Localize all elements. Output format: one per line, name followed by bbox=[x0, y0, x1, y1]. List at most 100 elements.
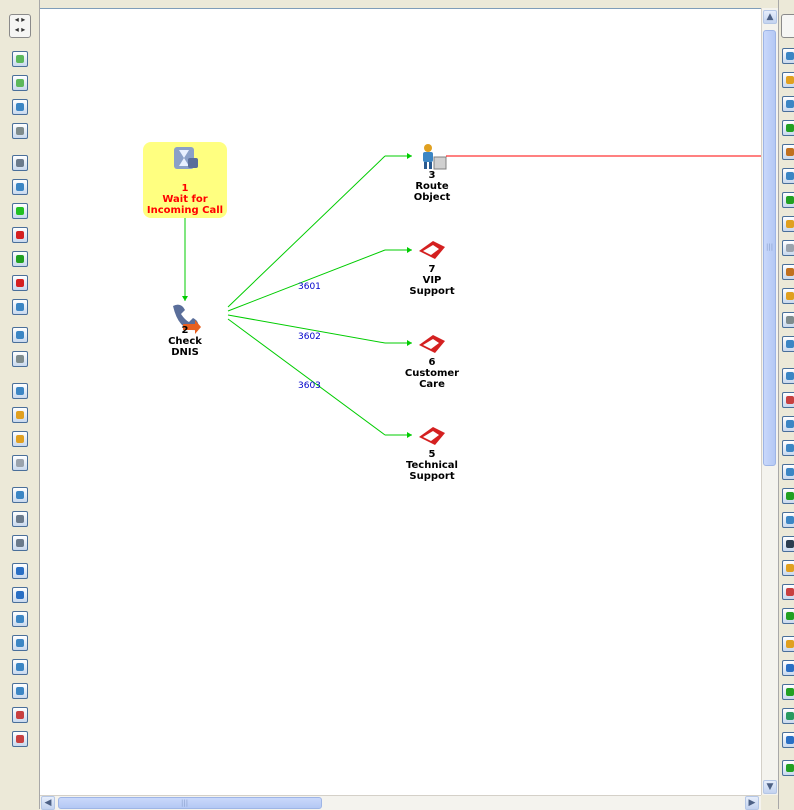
database-edit-icon[interactable] bbox=[12, 659, 28, 675]
gray-gear-glyph bbox=[16, 355, 24, 363]
collapse-arrows-icon[interactable] bbox=[781, 14, 794, 38]
graduate-dark-icon[interactable] bbox=[782, 536, 794, 552]
scroll-right-button[interactable]: ▶ bbox=[745, 796, 759, 810]
green-dot-icon[interactable] bbox=[12, 203, 28, 219]
green-route-icon[interactable] bbox=[12, 251, 28, 267]
stamp-icon[interactable] bbox=[782, 264, 794, 280]
gray-gear-icon[interactable] bbox=[12, 351, 28, 367]
node-2-label: 2 Check DNIS bbox=[155, 325, 215, 358]
person-transfer-icon[interactable] bbox=[12, 179, 28, 195]
scroll-down-button[interactable]: ▼ bbox=[763, 780, 777, 794]
document-icon[interactable] bbox=[12, 299, 28, 315]
globe-blue-glyph bbox=[786, 736, 794, 744]
speaker-icon[interactable] bbox=[782, 636, 794, 652]
scroll-corner bbox=[761, 795, 778, 809]
scroll-up-button[interactable]: ▲ bbox=[763, 10, 777, 24]
mail-check-icon[interactable] bbox=[12, 431, 28, 447]
agent-red-icon[interactable] bbox=[782, 392, 794, 408]
new-page-glyph bbox=[16, 55, 24, 63]
route-red-icon[interactable] bbox=[417, 237, 447, 263]
filter-icon[interactable] bbox=[12, 487, 28, 503]
vertical-scroll-thumb[interactable]: ||| bbox=[763, 30, 776, 466]
node-1-id: 1 bbox=[181, 183, 189, 194]
globe-green-icon[interactable] bbox=[782, 708, 794, 724]
play-step-icon[interactable] bbox=[782, 760, 794, 776]
phone-icon[interactable] bbox=[12, 155, 28, 171]
copy-page-icon[interactable] bbox=[12, 75, 28, 91]
link-label-care: 3602 bbox=[298, 332, 321, 342]
people-glyph bbox=[786, 372, 794, 380]
agent-group-icon[interactable] bbox=[782, 440, 794, 456]
globe-green-glyph bbox=[786, 712, 794, 720]
funnel-down-icon[interactable] bbox=[12, 511, 28, 527]
gray-block-icon[interactable] bbox=[12, 455, 28, 471]
gear-icon[interactable] bbox=[782, 336, 794, 352]
music-icon[interactable] bbox=[782, 416, 794, 432]
agent-glyph bbox=[786, 76, 794, 84]
link-icon[interactable] bbox=[782, 96, 794, 112]
flow-canvas[interactable]: 1 Wait for Incoming Call 2 Check DNIS 3 … bbox=[40, 8, 761, 797]
tools-icon[interactable] bbox=[782, 48, 794, 64]
link-glyph bbox=[786, 100, 794, 108]
envelope-icon[interactable] bbox=[12, 407, 28, 423]
delete-page-icon[interactable] bbox=[12, 99, 28, 115]
database-arrow-icon[interactable] bbox=[12, 635, 28, 651]
person-yellow-glyph bbox=[786, 564, 794, 572]
play-icon[interactable] bbox=[782, 192, 794, 208]
filter-glyph bbox=[16, 491, 24, 499]
person-red-icon[interactable] bbox=[782, 584, 794, 600]
node-1-label: 1 Wait for Incoming Call bbox=[145, 183, 225, 216]
green-person-icon[interactable] bbox=[782, 488, 794, 504]
horizontal-scroll-thumb[interactable]: ||| bbox=[58, 797, 322, 809]
tree-glyph bbox=[786, 612, 794, 620]
transfer-icon[interactable] bbox=[782, 120, 794, 136]
collapse-arrows-icon[interactable]: ◂ ▸ ◂ ▸ bbox=[9, 14, 31, 38]
table-glyph bbox=[16, 591, 24, 599]
blue-globe-icon[interactable] bbox=[12, 563, 28, 579]
route-red-icon[interactable] bbox=[417, 423, 447, 449]
person-yellow-icon[interactable] bbox=[782, 560, 794, 576]
settings-icon[interactable] bbox=[12, 123, 28, 139]
new-page-icon[interactable] bbox=[12, 51, 28, 67]
globe-icon[interactable] bbox=[12, 327, 28, 343]
stats-icon[interactable] bbox=[782, 144, 794, 160]
agent-route-icon[interactable] bbox=[418, 143, 450, 171]
globe-nav-icon[interactable] bbox=[782, 660, 794, 676]
eraser-icon[interactable] bbox=[782, 312, 794, 328]
database-list-glyph bbox=[16, 687, 24, 695]
chart-icon[interactable] bbox=[782, 684, 794, 700]
play-glyph bbox=[786, 196, 794, 204]
agent-icon[interactable] bbox=[782, 72, 794, 88]
red-ball-icon[interactable] bbox=[12, 275, 28, 291]
envelope-glyph bbox=[16, 411, 24, 419]
flow-links bbox=[182, 153, 761, 438]
people-icon[interactable] bbox=[782, 368, 794, 384]
scroll-left-button[interactable]: ◀ bbox=[41, 796, 55, 810]
page-icon[interactable] bbox=[782, 240, 794, 256]
wait-icon[interactable] bbox=[12, 383, 28, 399]
database-list-icon[interactable] bbox=[12, 683, 28, 699]
link-edit-icon[interactable] bbox=[782, 168, 794, 184]
graduate-icon[interactable] bbox=[782, 512, 794, 528]
user-yellow-icon[interactable] bbox=[782, 288, 794, 304]
route-red-icon[interactable] bbox=[12, 227, 28, 243]
route-red-icon[interactable] bbox=[417, 331, 447, 357]
database-delete-icon[interactable] bbox=[12, 731, 28, 747]
table-icon[interactable] bbox=[12, 587, 28, 603]
database-arrow-glyph bbox=[16, 639, 24, 647]
phone-glyph bbox=[16, 159, 24, 167]
target-icon[interactable] bbox=[782, 216, 794, 232]
database-icon[interactable] bbox=[12, 611, 28, 627]
node-3-name-2: Object bbox=[413, 192, 451, 203]
agents-icon[interactable] bbox=[782, 464, 794, 480]
globe-blue-icon[interactable] bbox=[782, 732, 794, 748]
funnel-icon[interactable] bbox=[12, 535, 28, 551]
tree-icon[interactable] bbox=[782, 608, 794, 624]
link-label-tech: 3603 bbox=[298, 381, 321, 391]
arrow-head bbox=[407, 247, 412, 253]
database-red-icon[interactable] bbox=[12, 707, 28, 723]
vertical-scrollbar[interactable]: ▲ ||| ▼ bbox=[761, 8, 778, 796]
green-person-glyph bbox=[786, 492, 794, 500]
horizontal-scrollbar[interactable]: ◀ ||| ▶ bbox=[40, 795, 761, 810]
node-7-label: 7 VIP Support bbox=[402, 264, 462, 297]
